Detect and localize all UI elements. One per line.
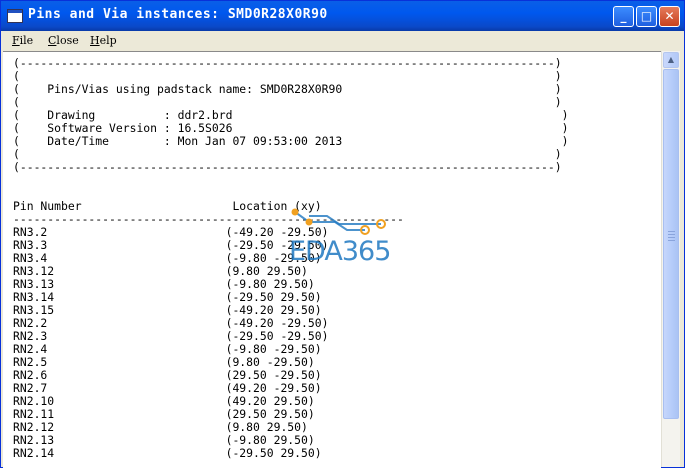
menu-close[interactable]: Close: [48, 34, 79, 47]
circuit-trace-icon: [291, 208, 386, 235]
close-window-button[interactable]: ✕: [659, 6, 680, 27]
thumb-grip: [668, 237, 675, 238]
menu-bar: File Close Help: [2, 31, 683, 50]
thumb-grip: [668, 240, 675, 241]
scroll-up-button[interactable]: ▲: [663, 52, 679, 68]
title-bar[interactable]: Pins and Via instances: SMD0R28X0R90 _ □…: [1, 1, 684, 31]
thumb-grip: [668, 234, 675, 235]
eda365-watermark: EDA365: [289, 208, 401, 267]
minimize-button[interactable]: _: [613, 6, 634, 27]
thumb-grip: [668, 231, 675, 232]
report-spacer: [13, 174, 568, 187]
table-row: RN2.14 (-29.50 29.50): [13, 446, 322, 460]
scroll-thumb[interactable]: [663, 69, 679, 419]
report-window: Pins and Via instances: SMD0R28X0R90 _ □…: [0, 0, 685, 468]
window-title: Pins and Via instances: SMD0R28X0R90: [28, 7, 328, 22]
vertical-scrollbar[interactable]: ▲: [661, 51, 680, 467]
window-icon[interactable]: [7, 9, 23, 23]
menu-help[interactable]: Help: [90, 34, 117, 47]
watermark-text: EDA365: [289, 236, 391, 267]
menu-file[interactable]: File: [12, 34, 33, 47]
report-text-area[interactable]: (---------------------------------------…: [3, 51, 661, 468]
report-border-bottom: (---------------------------------------…: [13, 160, 562, 174]
maximize-button[interactable]: □: [636, 6, 657, 27]
